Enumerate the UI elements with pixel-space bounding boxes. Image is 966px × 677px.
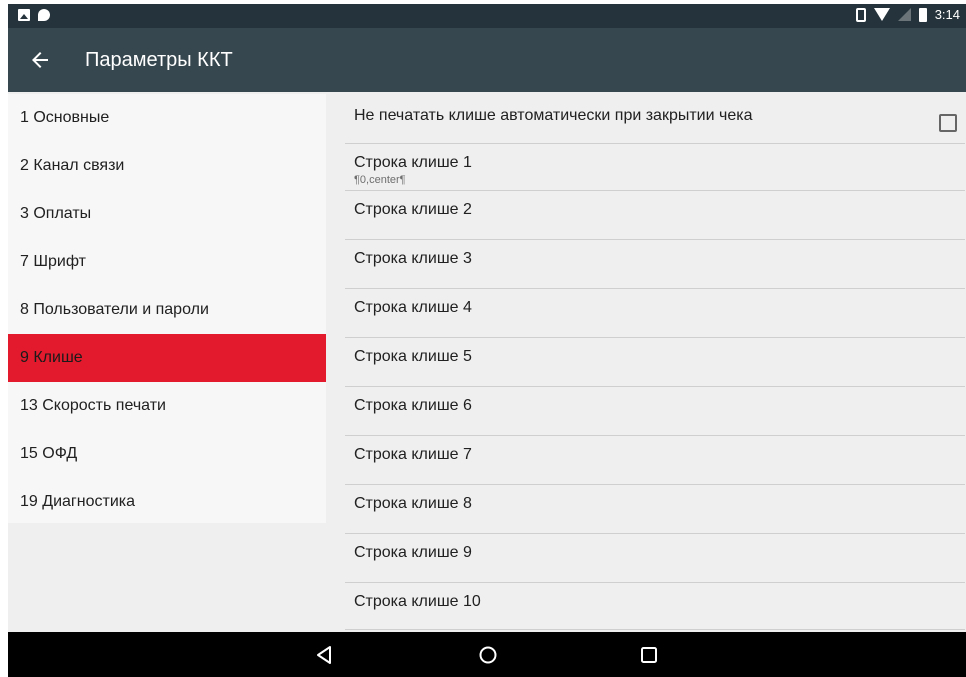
arrow-back-icon [32, 52, 48, 68]
cliche-settings-list: Не печатать клише автоматически при закр… [345, 94, 965, 634]
page-title: Параметры ККТ [85, 49, 233, 71]
cliche-line-title: Строка клише 5 [354, 348, 472, 365]
settings-sidebar: 1 Основные 2 Канал связи 3 Оплаты 7 Шриф… [8, 94, 326, 523]
image-notification-icon [18, 9, 30, 21]
cliche-line-value: ¶0,center¶ [354, 174, 406, 186]
back-triangle-icon [317, 646, 331, 664]
cliche-line-row[interactable]: Строка клише 10 [345, 583, 965, 630]
cliche-line-row[interactable]: Строка клише 2 [345, 191, 965, 240]
battery-icon [918, 7, 927, 22]
cliche-line-row[interactable]: Строка клише 3 [345, 240, 965, 289]
status-bar-system: 3:14 [855, 7, 960, 22]
screen: 3:14 Параметры ККТ 1 Основные 2 Канал св… [8, 4, 966, 677]
cliche-line-title: Строка клише 6 [354, 397, 472, 414]
cliche-line-title: Строка клише 1 [354, 154, 472, 171]
auto-cliche-toggle-row[interactable]: Не печатать клише автоматически при закр… [345, 94, 965, 144]
cliche-line-row[interactable]: Строка клише 5 [345, 338, 965, 387]
auto-cliche-checkbox[interactable] [939, 114, 957, 132]
back-button[interactable] [28, 48, 52, 72]
sidebar-item-print-speed[interactable]: 13 Скорость печати [8, 382, 326, 430]
cliche-line-title: Строка клише 10 [354, 593, 481, 610]
cliche-line-row[interactable]: Строка клише 8 [345, 485, 965, 534]
app-bar: Параметры ККТ [8, 28, 966, 92]
cliche-line-title: Строка клише 9 [354, 544, 472, 561]
nav-recents-button[interactable] [638, 644, 660, 666]
sidebar-item-basic[interactable]: 1 Основные [8, 94, 326, 142]
cliche-line-row[interactable]: Строка клише 4 [345, 289, 965, 338]
cliche-line-title: Строка клише 8 [354, 495, 472, 512]
auto-cliche-toggle-label: Не печатать клише автоматически при закр… [354, 107, 753, 124]
sidebar-item-diagnostics[interactable]: 19 Диагностика [8, 478, 326, 526]
sidebar-item-ofd[interactable]: 15 ОФД [8, 430, 326, 478]
cliche-line-title: Строка клише 2 [354, 201, 472, 218]
cliche-line-title: Строка клише 3 [354, 250, 472, 267]
cliche-line-row[interactable]: Строка клише 1 ¶0,center¶ [345, 144, 965, 191]
nav-back-button[interactable] [314, 644, 336, 666]
sidebar-item-cliche[interactable]: 9 Клише [8, 334, 326, 382]
sidebar-item-users-passwords[interactable]: 8 Пользователи и пароли [8, 286, 326, 334]
sidebar-item-font[interactable]: 7 Шрифт [8, 238, 326, 286]
recents-square-icon [641, 647, 657, 663]
vibrate-icon [855, 7, 866, 22]
cliche-line-title: Строка клише 7 [354, 446, 472, 463]
signal-icon [897, 8, 911, 21]
cliche-line-row[interactable]: Строка клише 9 [345, 534, 965, 583]
system-nav-bar [8, 632, 966, 677]
sidebar-item-communication-channel[interactable]: 2 Канал связи [8, 142, 326, 190]
status-bar: 3:14 [8, 4, 966, 28]
device-frame: 3:14 Параметры ККТ 1 Основные 2 Канал св… [0, 0, 966, 677]
cliche-line-row[interactable]: Строка клише 7 [345, 436, 965, 485]
status-time: 3:14 [934, 7, 960, 22]
sidebar-item-payments[interactable]: 3 Оплаты [8, 190, 326, 238]
cliche-line-row[interactable]: Строка клише 6 [345, 387, 965, 436]
nav-home-button[interactable] [477, 644, 499, 666]
status-bar-notifications [18, 9, 50, 21]
cliche-line-title: Строка клише 4 [354, 299, 472, 316]
home-circle-icon [479, 646, 497, 664]
chat-notification-icon [38, 9, 50, 21]
wifi-icon [873, 8, 890, 21]
